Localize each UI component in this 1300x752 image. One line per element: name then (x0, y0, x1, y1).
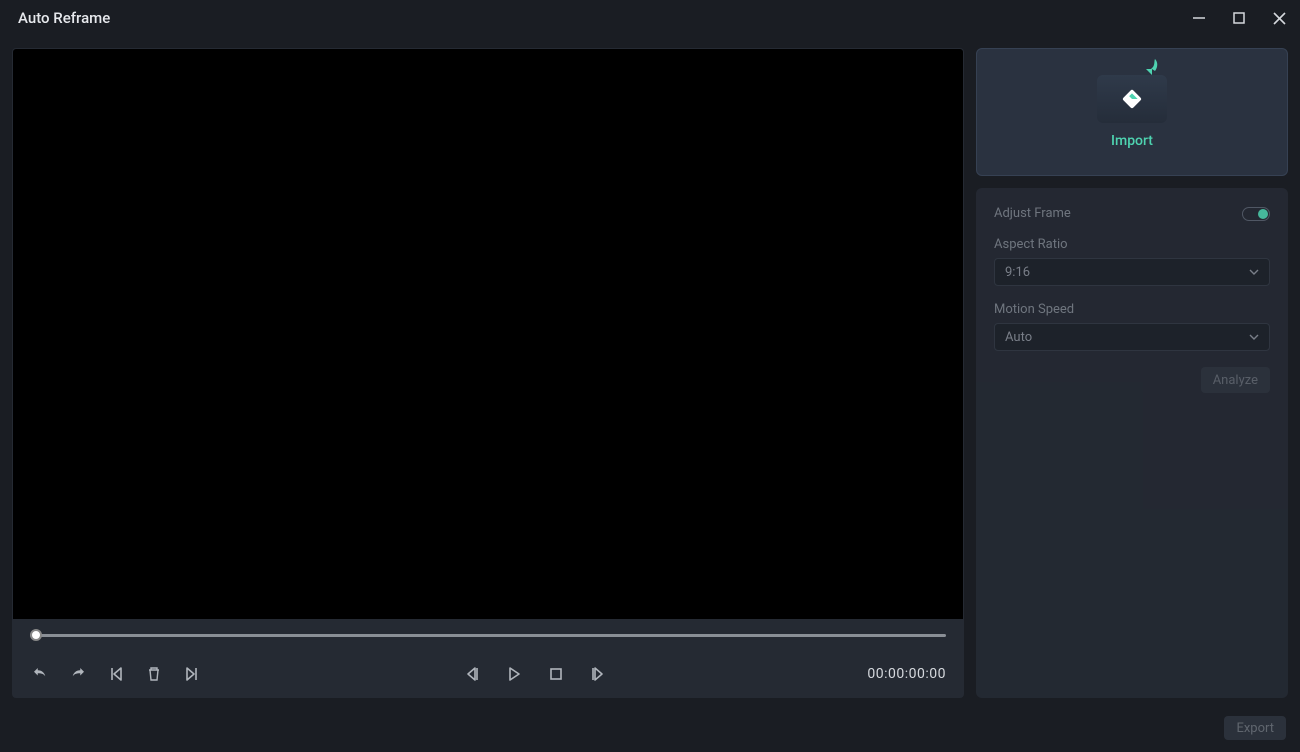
playback-controls-wrap (202, 664, 867, 684)
play-icon (506, 666, 522, 682)
edit-controls (30, 664, 202, 684)
motion-speed-label: Motion Speed (994, 302, 1270, 317)
maximize-icon (1233, 12, 1245, 24)
chevron-down-icon (1249, 267, 1259, 277)
trash-icon (146, 666, 162, 682)
play-button[interactable] (504, 664, 524, 684)
export-button[interactable]: Export (1224, 716, 1286, 740)
footer: Export (0, 710, 1300, 752)
step-back-icon (464, 666, 480, 682)
skip-end-icon (184, 666, 200, 682)
aspect-ratio-select[interactable]: 9:16 (994, 258, 1270, 286)
go-end-button[interactable] (182, 664, 202, 684)
timeline-thumb[interactable] (30, 629, 42, 641)
adjust-frame-label: Adjust Frame (994, 206, 1071, 221)
window-title: Auto Reframe (18, 9, 110, 27)
settings-panel: Adjust Frame Aspect Ratio 9:16 Motion Sp… (976, 188, 1288, 698)
download-arrow-icon (1139, 57, 1161, 83)
step-back-button[interactable] (462, 664, 482, 684)
step-forward-icon (590, 666, 606, 682)
minimize-icon (1192, 11, 1206, 25)
content-area: 00:00:00:00 Import Adjust Frame Aspect R… (0, 36, 1300, 710)
preview-panel: 00:00:00:00 (12, 48, 964, 698)
undo-icon (31, 665, 49, 683)
undo-button[interactable] (30, 664, 50, 684)
import-folder-icon (1097, 75, 1167, 123)
window-controls (1190, 9, 1288, 27)
motion-speed-group: Motion Speed Auto (994, 302, 1270, 351)
titlebar: Auto Reframe (0, 0, 1300, 36)
aspect-ratio-label: Aspect Ratio (994, 237, 1270, 252)
maximize-button[interactable] (1230, 9, 1248, 27)
import-button[interactable]: Import (976, 48, 1288, 176)
stop-button[interactable] (546, 664, 566, 684)
analyze-button[interactable]: Analyze (1201, 367, 1270, 393)
close-button[interactable] (1270, 9, 1288, 27)
export-label: Export (1236, 721, 1274, 736)
step-forward-button[interactable] (588, 664, 608, 684)
redo-button[interactable] (68, 664, 88, 684)
delete-button[interactable] (144, 664, 164, 684)
adjust-frame-row: Adjust Frame (994, 206, 1270, 221)
aspect-ratio-value: 9:16 (1005, 265, 1030, 280)
stop-icon (549, 667, 563, 681)
playback-controls (462, 664, 608, 684)
motion-speed-select[interactable]: Auto (994, 323, 1270, 351)
player-controls: 00:00:00:00 (12, 650, 964, 698)
close-icon (1273, 12, 1286, 25)
minimize-button[interactable] (1190, 9, 1208, 27)
analyze-label: Analyze (1213, 373, 1258, 388)
side-panel: Import Adjust Frame Aspect Ratio 9:16 (976, 48, 1288, 698)
timeline-slider[interactable] (30, 634, 946, 637)
chevron-down-icon (1249, 332, 1259, 342)
aspect-ratio-group: Aspect Ratio 9:16 (994, 237, 1270, 286)
redo-icon (69, 665, 87, 683)
go-start-button[interactable] (106, 664, 126, 684)
adjust-frame-toggle[interactable] (1242, 207, 1270, 221)
motion-speed-value: Auto (1005, 330, 1032, 345)
timecode-display: 00:00:00:00 (867, 666, 946, 682)
logo-icon (1122, 89, 1142, 109)
timeline-row (12, 620, 964, 650)
toggle-knob (1258, 209, 1268, 219)
import-label: Import (1111, 133, 1153, 149)
skip-start-icon (108, 666, 124, 682)
video-preview[interactable] (13, 49, 963, 619)
